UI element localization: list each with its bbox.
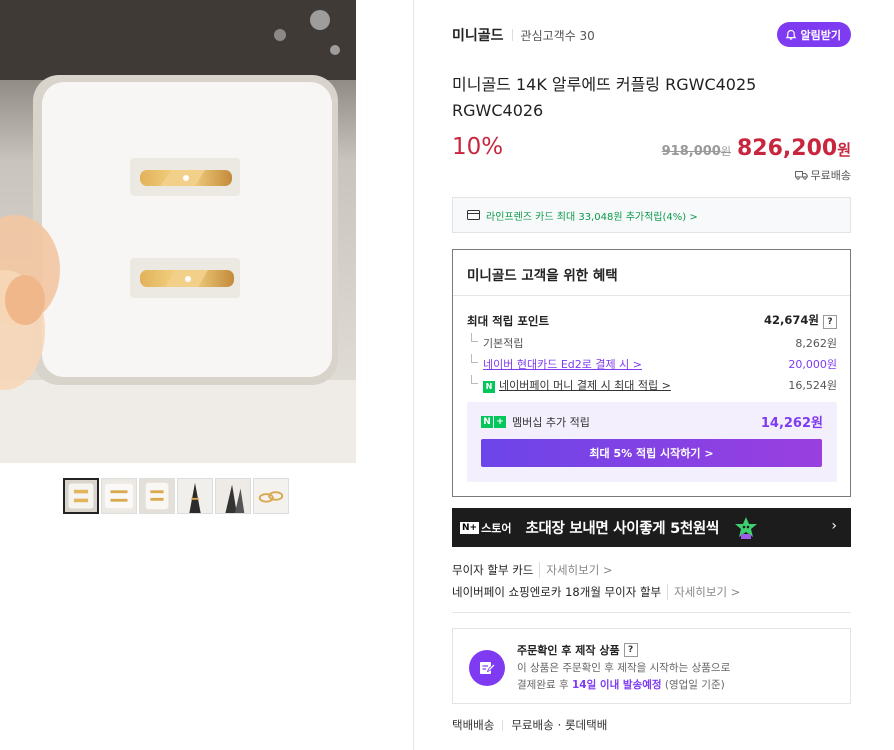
installment-label: 네이버페이 쇼핑엔로카 18개월 무이자 할부 xyxy=(452,585,662,599)
invite-banner[interactable]: N+ 스토어 초대장 보내면 사이좋게 5천원씩 › xyxy=(452,508,851,547)
main-product-image[interactable] xyxy=(0,0,356,463)
alarm-button[interactable]: 알림받기 xyxy=(776,22,851,47)
benefit-row-value: 16,524원 xyxy=(788,379,837,392)
store-name[interactable]: 미니골드 xyxy=(452,25,504,45)
sale-price-unit: 원 xyxy=(837,141,851,159)
thumbnail-4[interactable] xyxy=(177,478,213,514)
benefit-row: N 네이버페이 머니 결제 시 최대 적립 > 16,524원 xyxy=(467,375,837,393)
help-icon[interactable]: ? xyxy=(823,315,837,329)
made-to-order-title: 주문확인 후 제작 상품 xyxy=(517,644,620,657)
shipping-label: 무료배송 xyxy=(810,169,851,182)
character-icon xyxy=(735,516,758,539)
membership-label-wrap: N + 멤버십 추가 적립 xyxy=(481,414,590,430)
npay-icon: N xyxy=(483,381,495,393)
chevron-right-icon: › xyxy=(831,518,837,534)
credit-card-icon xyxy=(467,210,480,220)
product-title: 미니골드 14K 알루에뜨 커플링 RGWC4025 RGWC4026 xyxy=(452,75,757,120)
discount-rate: 10% xyxy=(452,134,504,160)
installment-more-link[interactable]: 자세히보기 > xyxy=(667,584,740,600)
alarm-label: 알림받기 xyxy=(800,28,841,42)
divider xyxy=(511,29,513,41)
sale-price: 826,200원 xyxy=(737,136,851,161)
installment-label: 무이자 할부 카드 xyxy=(452,563,534,577)
original-price: 918,000원 xyxy=(662,143,731,159)
installment-row: 네이버페이 쇼핑엔로카 18개월 무이자 할부 자세히보기 > xyxy=(452,584,740,600)
banner-brand: 스토어 xyxy=(481,521,512,535)
divider xyxy=(453,295,850,296)
thumbnail-strip xyxy=(63,478,289,514)
made-to-order-schedule: 결제완료 후 14일 이내 발송예정 (영업일 기준) xyxy=(517,677,725,692)
thumbnail-1[interactable] xyxy=(63,478,99,514)
start-points-button[interactable]: 최대 5% 적립 시작하기 > xyxy=(481,439,822,467)
truck-icon xyxy=(794,171,808,180)
membership-box: N + 멤버십 추가 적립 14,262원 최대 5% 적립 시작하기 > xyxy=(467,402,837,482)
benefit-row-label: 기본적립 xyxy=(467,333,523,351)
delivery-info: 택배배송 무료배송 · 롯데택배 xyxy=(452,717,607,733)
thumbnail-2[interactable] xyxy=(101,478,137,514)
made-to-order-notice: 주문확인 후 제작 상품? 이 상품은 주문확인 후 제작을 시작하는 상품으로… xyxy=(452,628,851,704)
schedule-days: 14일 이내 발송예정 xyxy=(571,679,662,691)
delivery-fee: 무료배송 xyxy=(511,718,554,732)
membership-label: 멤버십 추가 적립 xyxy=(512,415,590,429)
benefit-row-value: 8,262원 xyxy=(795,337,837,350)
edit-document-icon xyxy=(469,650,505,686)
thumbnail-5[interactable] xyxy=(215,478,251,514)
made-to-order-title-wrap: 주문확인 후 제작 상품? xyxy=(517,642,638,658)
membership-value: 14,262원 xyxy=(760,416,823,431)
nplus-icon: N + xyxy=(481,415,506,428)
thumbnail-3[interactable] xyxy=(139,478,175,514)
thumbnail-6[interactable] xyxy=(253,478,289,514)
npay-money-link[interactable]: 네이버페이 머니 결제 시 최대 적립 > xyxy=(499,379,671,392)
schedule-suffix: (영업일 기준) xyxy=(664,679,725,691)
divider xyxy=(502,719,504,731)
original-price-unit: 원 xyxy=(720,145,731,158)
delivery-carrier: · 롯데택배 xyxy=(557,718,608,732)
nplus-store-logo: N+ 스토어 xyxy=(460,521,512,535)
divider xyxy=(452,612,851,613)
bell-plus-icon xyxy=(785,29,796,40)
store-header: 미니골드 관심고객수 30 알림받기 xyxy=(452,22,851,48)
benefit-row: 네이버 현대카드 Ed2로 결제 시 > 20,000원 xyxy=(467,354,837,372)
sale-price-value: 826,200 xyxy=(736,136,838,161)
max-points-row: 최대 적립 포인트 42,674원? xyxy=(467,312,837,329)
favorite-count: 관심고객수 30 xyxy=(520,28,595,43)
installment-more-link[interactable]: 자세히보기 > xyxy=(539,562,613,578)
installment-row: 무이자 할부 카드 자세히보기 > xyxy=(452,562,613,578)
card-promo-text: 라인프렌즈 카드 최대 33,048원 추가적립(4%) > xyxy=(486,211,698,223)
made-to-order-desc: 이 상품은 주문확인 후 제작을 시작하는 상품으로 xyxy=(517,662,731,674)
max-points-value-wrap: 42,674원? xyxy=(764,312,837,329)
price-block: 918,000원 826,200원 xyxy=(662,136,851,161)
benefit-panel: 미니골드 고객을 위한 혜택 최대 적립 포인트 42,674원? 기본적립 8… xyxy=(452,249,851,497)
original-price-value: 918,000 xyxy=(661,144,721,159)
shipping-info: 무료배송 xyxy=(794,167,851,183)
hyundai-card-link[interactable]: 네이버 현대카드 Ed2로 결제 시 > xyxy=(467,354,642,372)
max-points-label: 최대 적립 포인트 xyxy=(467,313,550,328)
banner-text: 초대장 보내면 사이좋게 5천원씩 xyxy=(525,521,720,537)
max-points-value: 42,674원 xyxy=(764,313,819,327)
delivery-type: 택배배송 xyxy=(452,718,495,732)
benefit-title: 미니골드 고객을 위한 혜택 xyxy=(467,268,618,284)
schedule-prefix: 결제완료 후 xyxy=(517,679,569,691)
card-promo-banner[interactable]: 라인프렌즈 카드 최대 33,048원 추가적립(4%) > xyxy=(452,197,851,233)
benefit-row-value: 20,000원 xyxy=(788,358,837,371)
help-icon[interactable]: ? xyxy=(623,643,638,657)
benefit-row: 기본적립 8,262원 xyxy=(467,333,837,351)
image-gallery xyxy=(0,0,414,750)
npay-row-label: N 네이버페이 머니 결제 시 최대 적립 > xyxy=(467,375,671,393)
membership-row: N + 멤버십 추가 적립 14,262원 xyxy=(481,412,823,431)
